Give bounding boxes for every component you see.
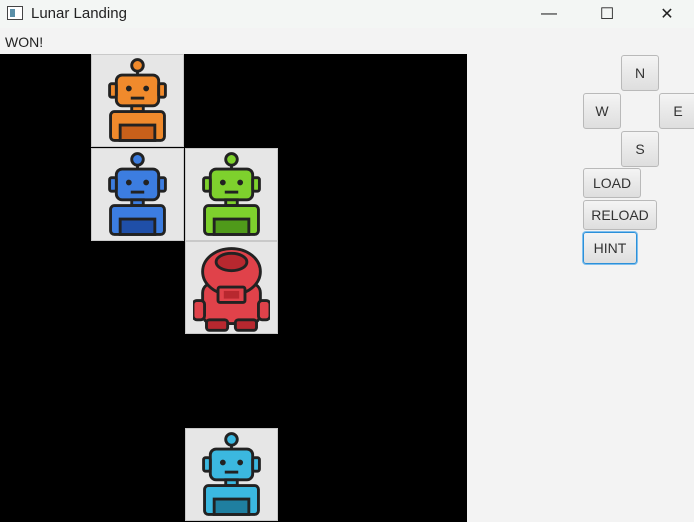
close-button[interactable]: ✕	[644, 0, 690, 28]
cyan-robot-icon	[202, 432, 261, 516]
load-button[interactable]: LOAD	[583, 168, 641, 198]
orange-robot-icon	[108, 58, 167, 142]
east-button[interactable]: E	[659, 93, 694, 129]
red-astronaut-tile[interactable]	[185, 241, 278, 334]
blue-robot-icon	[108, 152, 167, 236]
west-button[interactable]: W	[583, 93, 621, 129]
hint-button[interactable]: HINT	[583, 232, 637, 264]
title-bar: Lunar Landing — ☐ ✕	[0, 0, 694, 28]
green-robot-tile[interactable]	[185, 148, 278, 241]
status-label: WON!	[5, 34, 44, 50]
blue-robot-tile[interactable]	[91, 148, 184, 241]
minimize-button[interactable]: —	[526, 0, 572, 28]
maximize-button[interactable]: ☐	[584, 0, 630, 28]
astronaut-icon	[193, 247, 270, 332]
orange-robot-tile[interactable]	[91, 54, 184, 147]
north-button[interactable]: N	[621, 55, 659, 91]
app-icon	[7, 6, 23, 20]
south-button[interactable]: S	[621, 131, 659, 167]
reload-button[interactable]: RELOAD	[583, 200, 657, 230]
cyan-robot-tile[interactable]	[185, 428, 278, 521]
game-board[interactable]	[0, 54, 467, 522]
green-robot-icon	[202, 152, 261, 236]
window-title: Lunar Landing	[31, 5, 127, 22]
